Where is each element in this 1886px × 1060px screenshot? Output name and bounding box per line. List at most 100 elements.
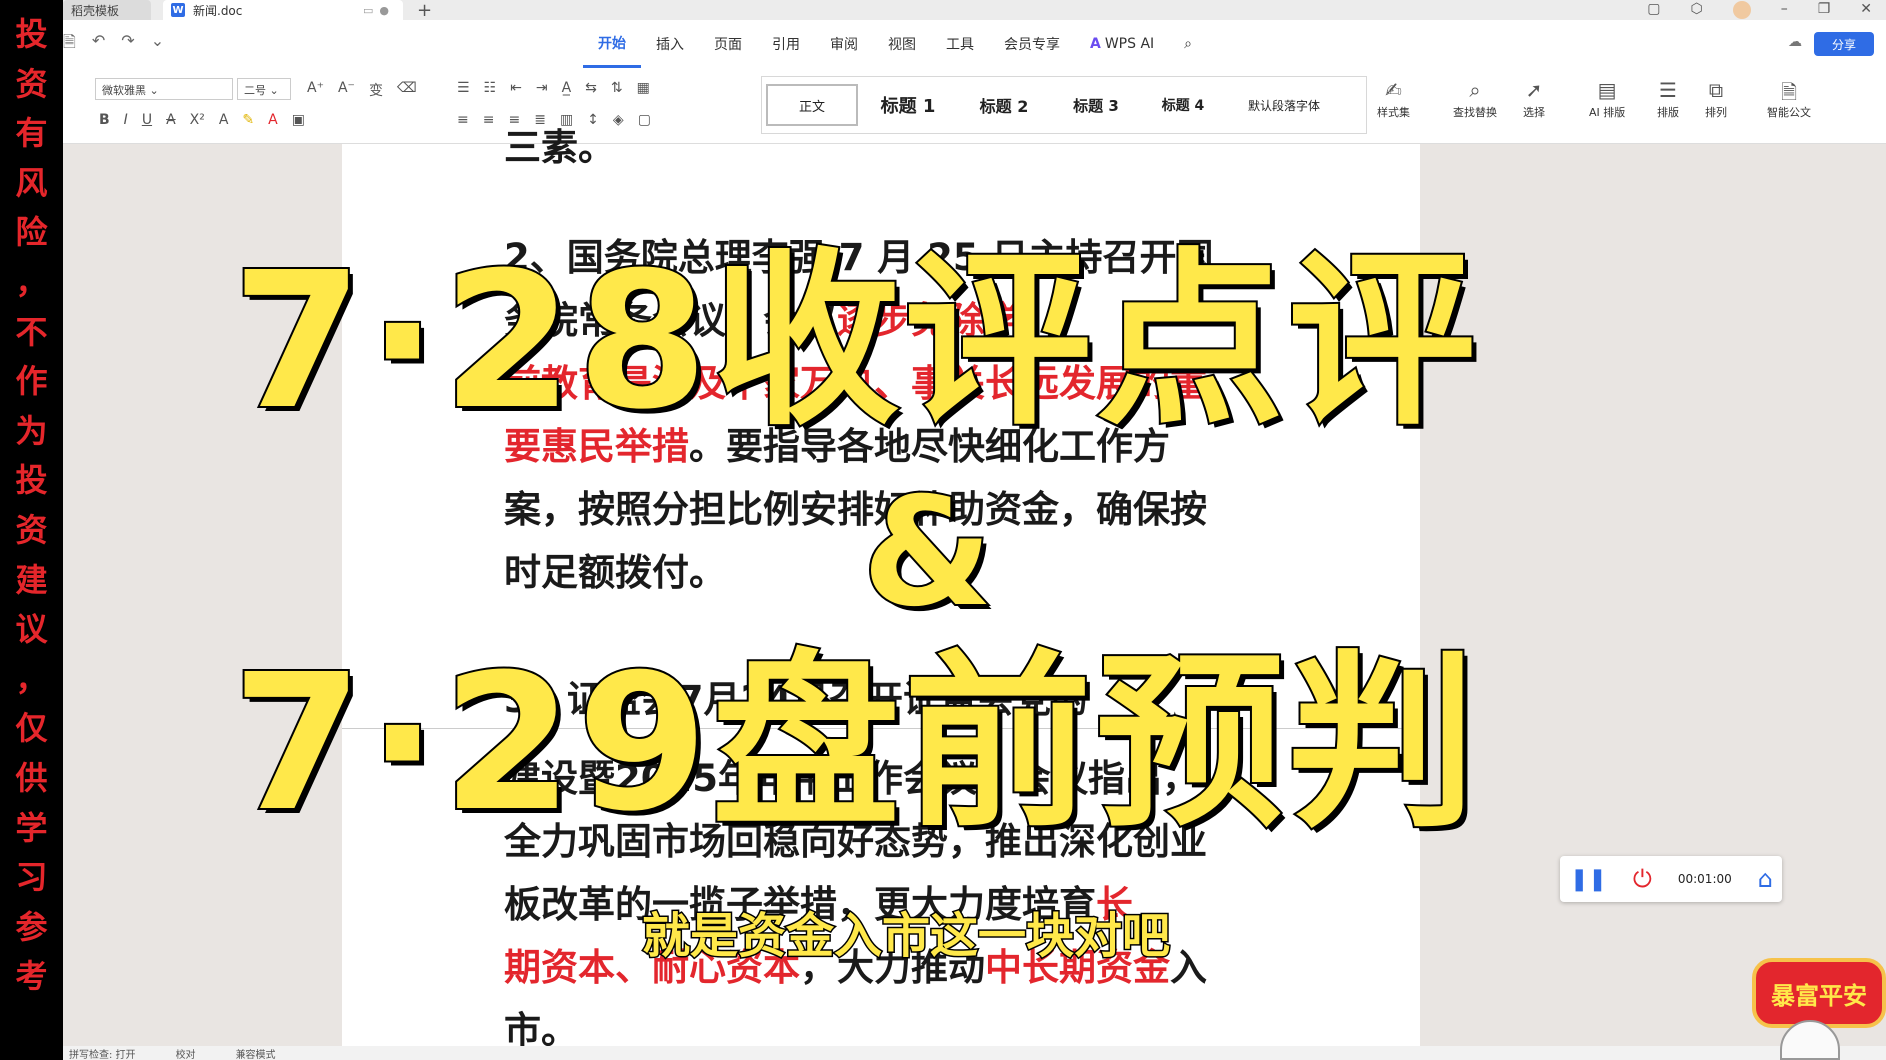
disclaimer-char: 险 — [15, 213, 48, 252]
fortune-badge: 暴富平安 — [1752, 958, 1886, 1028]
arrange-button[interactable]: ⧉ 排列 — [1705, 78, 1727, 120]
stop-icon[interactable]: ⏻ — [1633, 865, 1652, 893]
number-list-icon[interactable]: ☷ — [484, 80, 497, 96]
italic-icon[interactable]: I — [124, 112, 128, 128]
avatar[interactable] — [1732, 1, 1751, 19]
style-set-label: 样式集 — [1377, 106, 1410, 119]
video-subtitle: 就是资金入市这一块对吧 — [640, 907, 1171, 966]
menu-tab-5[interactable]: 视图 — [873, 20, 931, 68]
overlay-ampersand: & — [860, 466, 995, 640]
menu-tab-1[interactable]: 插入 — [641, 20, 699, 68]
cursor-icon: ➚ — [1525, 78, 1543, 102]
increase-indent-icon[interactable]: ⇥ — [536, 80, 548, 96]
tab-template-label: 稻壳模板 — [71, 3, 120, 18]
font-name-select[interactable]: 微软雅黑 ⌄ — [95, 78, 233, 100]
sort-icon[interactable]: ⇅ — [611, 80, 623, 96]
chinese-layout-icon[interactable]: A̲ — [562, 80, 572, 96]
disclaimer-char: 作 — [15, 362, 48, 401]
decrease-indent-icon[interactable]: ⇤ — [510, 80, 522, 96]
ai-layout-icon: ▤ — [1597, 78, 1617, 102]
status-compat-mode: 兼容模式 — [235, 1049, 276, 1060]
font-color-icon[interactable]: A — [268, 112, 278, 128]
wps-ai-icon: A — [1090, 36, 1101, 52]
find-replace-button[interactable]: ⌕ 查找替换 — [1453, 78, 1497, 120]
close-icon[interactable]: ✕ — [1860, 1, 1872, 19]
text-effect-icon[interactable]: A — [219, 112, 229, 128]
select-button[interactable]: ➚ 选择 — [1523, 78, 1545, 120]
screen-recorder-widget: ❚❚ ⏻ 00:01:00 ⌂ — [1560, 856, 1782, 902]
strikethrough-icon[interactable]: A — [166, 112, 176, 128]
phonetic-icon[interactable]: 变 — [369, 80, 383, 100]
disclaimer-char: 议 — [15, 610, 48, 649]
undo-icon[interactable]: ↶ — [92, 31, 105, 58]
font-name-value: 微软雅黑 — [102, 84, 146, 97]
bullet-list-icon[interactable]: ☰ — [457, 80, 470, 96]
doc-text: 入 — [1170, 946, 1207, 989]
chevron-down-icon[interactable]: ⌄ — [151, 31, 164, 58]
layout-icon: ☰ — [1659, 78, 1677, 102]
table-icon[interactable]: ▦ — [637, 80, 650, 96]
overlay-title-line-1: 7·28收评点评 — [230, 232, 1480, 451]
smart-doc-button[interactable]: 🗎 智能公文 — [1767, 78, 1811, 120]
status-spellcheck[interactable]: 拼写检查: 打开 — [69, 1046, 136, 1060]
search-icon[interactable]: ⌕ — [1169, 20, 1207, 68]
font-size-tools: A⁺ A⁻ 变 ⌫ — [307, 80, 417, 100]
char-shading-icon[interactable]: ▣ — [292, 112, 305, 128]
menu-tab-7[interactable]: 会员专享 — [989, 20, 1075, 68]
disclaimer-char: 资 — [15, 510, 48, 549]
minimize-icon[interactable]: – — [1781, 1, 1788, 19]
menu-tabs: 开始 插入 页面 引用 审阅 视图 工具 会员专享 — [583, 20, 1075, 68]
doc-line: 三素。 — [504, 116, 1284, 179]
menu-tab-2[interactable]: 页面 — [699, 20, 757, 68]
tab-document-label: 新闻.doc — [193, 3, 243, 18]
save-icon[interactable]: 🗎 — [63, 31, 76, 58]
tab-document[interactable]: W 新闻.doc ▭● — [163, 0, 403, 20]
style-heading-1-label: 标题 1 — [880, 96, 936, 117]
wps-ai-menu[interactable]: A WPS AI — [1075, 20, 1169, 68]
shrink-font-icon[interactable]: A⁻ — [338, 80, 355, 100]
bold-icon[interactable]: B — [99, 112, 110, 128]
home-icon[interactable]: ⌂ — [1758, 865, 1773, 893]
style-default-font-label: 默认段落字体 — [1247, 98, 1320, 113]
disclaimer-char: 仅 — [15, 709, 48, 748]
disclaimer-sidebar: 投资有风险，不作为投资建议，仅供学习参考 — [0, 0, 63, 1060]
menu-tab-0[interactable]: 开始 — [583, 20, 641, 68]
cube-icon[interactable]: ⬡ — [1690, 1, 1702, 19]
status-proofread[interactable]: 校对 — [176, 1046, 196, 1060]
disclaimer-char: 参 — [15, 907, 48, 946]
wps-ai-label: WPS AI — [1104, 36, 1155, 52]
share-button[interactable]: 分享 — [1814, 32, 1874, 56]
style-set-button[interactable]: ✍ 样式集 — [1377, 78, 1410, 120]
share-label: 分享 — [1831, 37, 1856, 52]
menu-tab-3[interactable]: 引用 — [757, 20, 815, 68]
menu-tab-6[interactable]: 工具 — [931, 20, 989, 68]
ai-layout-label: AI 排版 — [1589, 106, 1626, 119]
grow-font-icon[interactable]: A⁺ — [307, 80, 324, 100]
restore-icon[interactable]: ❐ — [1818, 1, 1831, 19]
disclaimer-char: 有 — [15, 114, 48, 153]
word-doc-icon: W — [171, 3, 185, 17]
cloud-icon[interactable]: ☁ — [1788, 34, 1802, 50]
tab-controls-icon[interactable]: ▭● — [363, 4, 395, 17]
underline-icon[interactable]: U — [142, 112, 152, 128]
text-direction-icon[interactable]: ⇆ — [585, 80, 597, 96]
ai-layout-button[interactable]: ▤ AI 排版 — [1589, 78, 1625, 120]
highlight-icon[interactable]: ✎ — [242, 112, 254, 128]
new-tab-button[interactable]: + — [417, 0, 432, 21]
layout-icon[interactable]: ▢ — [1647, 1, 1660, 19]
superscript-icon[interactable]: X² — [190, 112, 205, 128]
disclaimer-char: 学 — [15, 808, 48, 847]
pause-icon[interactable]: ❚❚ — [1570, 867, 1607, 892]
redo-icon[interactable]: ↷ — [121, 31, 134, 58]
disclaimer-char: 习 — [15, 858, 48, 897]
font-size-select[interactable]: 二号 ⌄ — [237, 78, 291, 100]
smart-doc-icon: 🗎 — [1780, 80, 1798, 104]
menu-tab-4[interactable]: 审阅 — [815, 20, 873, 68]
menu-bar: 🗎 ↶ ↷ ⌄ 开始 插入 页面 引用 审阅 视图 工具 会员专享 A WPS AI ⌕ ☁ 分… — [63, 20, 1886, 68]
clear-format-icon[interactable]: ⌫ — [397, 80, 417, 100]
align-center-icon[interactable]: ≡ — [483, 112, 495, 128]
layout-button[interactable]: ☰ 排版 — [1657, 78, 1679, 120]
align-left-icon[interactable]: ≡ — [457, 112, 469, 128]
tab-template[interactable]: 稻壳模板 — [63, 0, 151, 20]
overlay-title-line-2: 7·29盘前预判 — [230, 634, 1480, 853]
